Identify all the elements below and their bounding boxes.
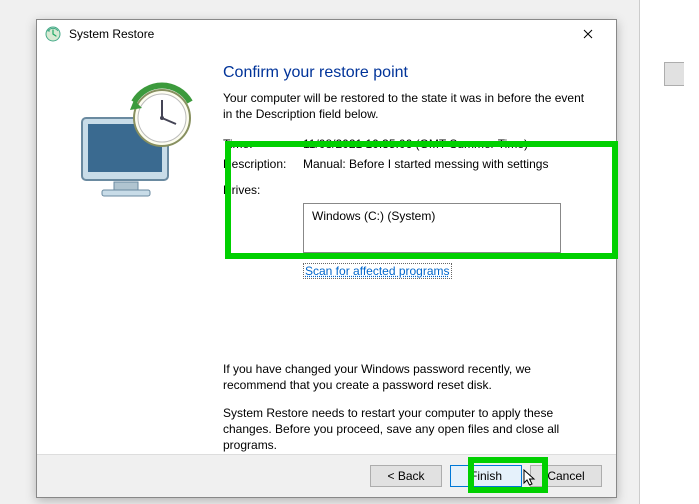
window-title: System Restore <box>69 27 154 41</box>
restart-warning-text: System Restore needs to restart your com… <box>223 405 596 454</box>
description-label: Description: <box>223 157 303 171</box>
info-row-description: Description: Manual: Before I started me… <box>223 157 596 171</box>
cancel-button[interactable]: Cancel <box>530 465 602 487</box>
restore-monitor-clock-icon <box>72 82 202 202</box>
drives-label: Drives: <box>223 183 303 197</box>
dialog-body: Confirm your restore point Your computer… <box>37 48 616 453</box>
drives-list-box: Windows (C:) (System) <box>303 203 561 253</box>
content-column: Confirm your restore point Your computer… <box>217 60 596 453</box>
description-value: Manual: Before I started messing with se… <box>303 157 596 171</box>
wizard-button-bar: < Back Finish Cancel <box>37 454 616 497</box>
titlebar: System Restore <box>37 20 616 48</box>
page-subtext: Your computer will be restored to the st… <box>223 90 596 122</box>
close-icon <box>583 26 593 42</box>
time-value: 11/08/2021 10:35:06 (GMT Summer Time) <box>303 137 596 151</box>
illustration-column <box>57 60 217 453</box>
back-button[interactable]: < Back <box>370 465 442 487</box>
info-row-time: Time: 11/08/2021 10:35:06 (GMT Summer Ti… <box>223 137 596 151</box>
system-restore-dialog: System Restore <box>36 19 617 498</box>
page-heading: Confirm your restore point <box>223 64 596 82</box>
info-row-drives: Drives: <box>223 183 596 197</box>
close-button[interactable] <box>568 20 608 48</box>
time-label: Time: <box>223 137 303 151</box>
password-advice-text: If you have changed your Windows passwor… <box>223 361 596 393</box>
background-button-fragment <box>664 62 684 86</box>
background-window <box>639 0 699 504</box>
scan-affected-programs-link[interactable]: Scan for affected programs <box>303 263 452 279</box>
finish-button[interactable]: Finish <box>450 465 522 487</box>
system-restore-icon <box>45 26 61 42</box>
drives-value: Windows (C:) (System) <box>312 209 435 223</box>
